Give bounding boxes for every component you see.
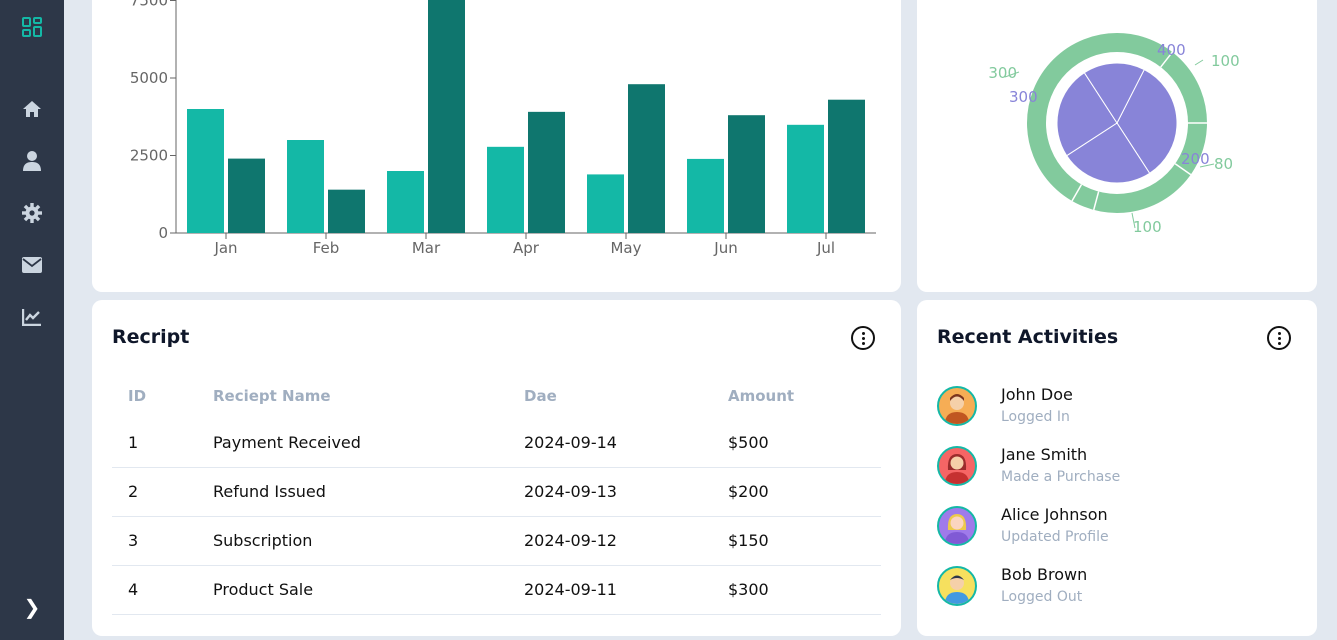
- activities-title: Recent Activities: [937, 326, 1119, 348]
- table-row[interactable]: 2 Refund Issued 2024-09-13 $200: [112, 467, 881, 517]
- activity-user-name: Bob Brown: [1001, 565, 1088, 584]
- bar: [728, 115, 765, 233]
- x-tick-label: May: [610, 239, 641, 257]
- cell-name: Product Sale: [213, 565, 524, 615]
- activity-action: Logged Out: [1001, 589, 1083, 605]
- cell-id: 4: [112, 565, 213, 615]
- cell-amount: $150: [728, 516, 881, 566]
- activity-user-name: Jane Smith: [1001, 445, 1088, 464]
- cell-name: Refund Issued: [213, 467, 524, 517]
- column-header-id: ID: [128, 387, 147, 405]
- bar: [328, 189, 365, 233]
- pie-outer-label: 100: [1133, 218, 1162, 236]
- pie-inner-label: 400: [1157, 41, 1186, 59]
- bar: [487, 146, 524, 233]
- bar: [428, 0, 465, 234]
- bar: [787, 124, 824, 233]
- cell-amount: $300: [728, 565, 881, 615]
- activity-action: Updated Profile: [1001, 529, 1109, 545]
- column-header-name: Reciept Name: [213, 387, 331, 405]
- pie-outer-label: 300: [988, 64, 1017, 82]
- cell-date: 2024-09-14: [524, 418, 728, 468]
- cell-date: 2024-09-11: [524, 565, 728, 615]
- more-options-icon[interactable]: [1267, 326, 1291, 350]
- y-tick-label: 5000: [130, 69, 168, 87]
- y-tick-label: 0: [158, 224, 168, 242]
- receipt-table: ID Reciept Name Dae Amount 1 Payment Rec…: [112, 374, 881, 615]
- cell-name: Payment Received: [213, 418, 524, 468]
- avatar: [937, 446, 977, 486]
- avatar: [937, 566, 977, 606]
- bar: [187, 109, 224, 233]
- chevron-right-icon[interactable]: ❯: [20, 595, 44, 619]
- receipt-title: Recript: [112, 326, 190, 348]
- cell-amount: $500: [728, 418, 881, 468]
- gear-icon[interactable]: [20, 201, 44, 225]
- dashboard-icon[interactable]: [20, 15, 44, 39]
- recent-activities-card: Recent Activities John Doe Logged In Jan…: [917, 300, 1317, 636]
- cell-id: 1: [112, 418, 213, 468]
- pie-label-line: [1194, 59, 1204, 66]
- bar: [587, 174, 624, 233]
- bar-chart-card: 0 2500 5000 7500 Jan Feb Mar Apr May Jun Jul: [92, 0, 901, 292]
- pie-chart-card: 300 100 80 100 300 400 200: [917, 0, 1317, 292]
- activity-user-name: John Doe: [1001, 385, 1073, 404]
- activity-action: Logged In: [1001, 409, 1070, 425]
- user-icon[interactable]: [20, 149, 44, 173]
- pie-outer-label: 100: [1211, 52, 1240, 70]
- x-tick-label: Feb: [313, 239, 340, 257]
- pie-chart: 300 100 80 100 300 400 200: [988, 33, 1240, 236]
- more-options-icon[interactable]: [851, 326, 875, 350]
- bar: [287, 140, 324, 233]
- bar: [687, 158, 724, 233]
- cell-date: 2024-09-12: [524, 516, 728, 566]
- pie-inner-label: 200: [1181, 150, 1210, 168]
- x-tick-label: Jan: [213, 239, 237, 257]
- column-header-date: Dae: [524, 387, 557, 405]
- column-header-amount: Amount: [728, 387, 795, 405]
- activity-user-name: Alice Johnson: [1001, 505, 1108, 524]
- receipt-card: Recript ID Reciept Name Dae Amount 1 Pay…: [92, 300, 901, 636]
- bar-chart: 0 2500 5000 7500 Jan Feb Mar Apr May Jun Jul: [130, 0, 876, 257]
- avatar: [937, 386, 977, 426]
- x-tick-label: Jul: [816, 239, 835, 257]
- y-tick-label: 2500: [130, 147, 168, 165]
- home-icon[interactable]: [20, 97, 44, 121]
- cell-date: 2024-09-13: [524, 467, 728, 517]
- bar: [387, 171, 424, 233]
- pie-outer-label: 80: [1214, 155, 1233, 173]
- bar: [528, 111, 565, 233]
- cell-amount: $200: [728, 467, 881, 517]
- table-row[interactable]: 3 Subscription 2024-09-12 $150: [112, 516, 881, 566]
- table-row[interactable]: 4 Product Sale 2024-09-11 $300: [112, 565, 881, 615]
- chart-line-icon[interactable]: [20, 305, 44, 329]
- avatar: [937, 506, 977, 546]
- cell-name: Subscription: [213, 516, 524, 566]
- table-header-row: ID Reciept Name Dae Amount: [112, 374, 881, 418]
- x-tick-label: Apr: [513, 239, 540, 257]
- sidebar: ❯: [0, 0, 64, 640]
- cell-id: 2: [112, 467, 213, 517]
- pie-inner-label: 300: [1009, 88, 1038, 106]
- activity-action: Made a Purchase: [1001, 469, 1121, 485]
- y-tick-label: 7500: [130, 0, 168, 10]
- bar: [628, 84, 665, 233]
- x-tick-label: Mar: [412, 239, 441, 257]
- table-row[interactable]: 1 Payment Received 2024-09-14 $500: [112, 418, 881, 468]
- envelope-icon[interactable]: [20, 253, 44, 277]
- cell-id: 3: [112, 516, 213, 566]
- bar: [228, 158, 265, 233]
- bar: [828, 99, 865, 233]
- x-tick-label: Jun: [713, 239, 737, 257]
